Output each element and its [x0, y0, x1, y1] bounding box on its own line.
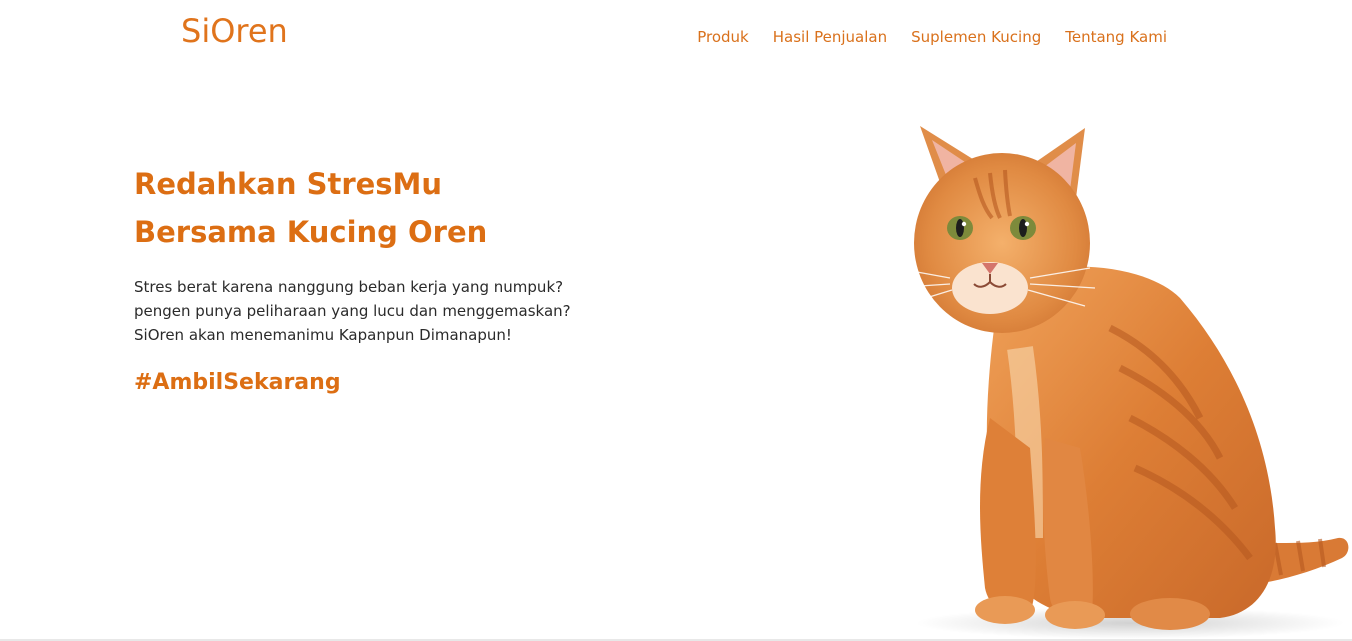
- nav-tentang-kami[interactable]: Tentang Kami: [1065, 28, 1167, 46]
- hero-desc-line3: SiOren akan menemanimu Kapanpun Dimanapu…: [134, 326, 512, 344]
- hero-title: Redahkan StresMu Bersama Kucing Oren: [134, 160, 487, 256]
- landing-page: SiOren Produk Hasil Penjualan Suplemen K…: [0, 0, 1352, 641]
- hashtag-cta: #AmbilSekarang: [134, 370, 341, 395]
- nav-produk[interactable]: Produk: [697, 28, 749, 46]
- nav-suplemen-kucing[interactable]: Suplemen Kucing: [911, 28, 1041, 46]
- orange-cat-image: [889, 126, 1349, 639]
- hero-description: Stres berat karena nanggung beban kerja …: [134, 275, 571, 347]
- hero-desc-line2: pengen punya peliharaan yang lucu dan me…: [134, 302, 571, 320]
- hero-desc-line1: Stres berat karena nanggung beban kerja …: [134, 278, 564, 296]
- brand-logo[interactable]: SiOren: [181, 12, 288, 50]
- nav-hasil-penjualan[interactable]: Hasil Penjualan: [773, 28, 887, 46]
- main-nav: Produk Hasil Penjualan Suplemen Kucing T…: [697, 28, 1167, 46]
- hero-title-line1: Redahkan StresMu: [134, 167, 443, 201]
- hero-title-line2: Bersama Kucing Oren: [134, 215, 488, 249]
